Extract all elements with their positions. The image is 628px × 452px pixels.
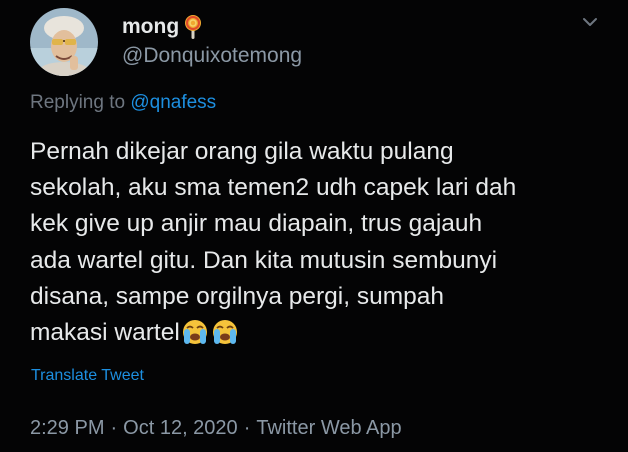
lollipop-icon xyxy=(185,15,202,39)
tweet-card: mong @Donquixotemong Replying to @qnafes… xyxy=(0,0,628,452)
tweet-text: Pernah dikejar orang gila waktu pulang s… xyxy=(30,134,605,351)
display-name[interactable]: mong xyxy=(122,15,179,39)
tweet-date[interactable]: Oct 12, 2020 xyxy=(123,417,238,439)
replying-to-label: Replying to xyxy=(30,92,126,113)
tweet-text-line: disana, sampe orgilnya pergi, sumpah xyxy=(30,282,445,310)
tweet-text-line: Pernah dikejar orang gila waktu pulang xyxy=(30,138,454,165)
tweet-source: Twitter Web App xyxy=(256,417,402,439)
tweet-meta: 2:29 PM · Oct 12, 2020 · Twitter Web App xyxy=(30,415,402,441)
user-handle[interactable]: @Donquixotemong xyxy=(122,44,302,68)
avatar-image xyxy=(30,8,98,76)
tweet-time[interactable]: 2:29 PM xyxy=(30,417,104,439)
meta-separator: · xyxy=(243,417,251,439)
tweet-text-last-line: makasi wartel xyxy=(30,315,605,351)
avatar[interactable] xyxy=(30,8,98,76)
tweet-text-line: kek give up anjir mau diapain, trus gaja… xyxy=(30,210,483,238)
loudly-crying-face-icon xyxy=(212,319,237,344)
reply-mention-link[interactable]: @qnafess xyxy=(130,92,216,113)
tweet-text-line: sekolah, aku sma temen2 udh capek lari d… xyxy=(30,174,517,202)
display-name-row[interactable]: mong xyxy=(122,14,204,40)
translate-tweet-link[interactable]: Translate Tweet xyxy=(31,366,144,386)
tweet-text-line: ada wartel gitu. Dan kita mutusin sembun… xyxy=(30,246,498,274)
replying-to: Replying to @qnafess xyxy=(30,91,216,115)
meta-separator: · xyxy=(110,417,118,439)
chevron-down-icon[interactable] xyxy=(580,14,600,30)
tweet-text-line: makasi wartel xyxy=(30,318,180,346)
loudly-crying-face-icon xyxy=(182,319,207,344)
